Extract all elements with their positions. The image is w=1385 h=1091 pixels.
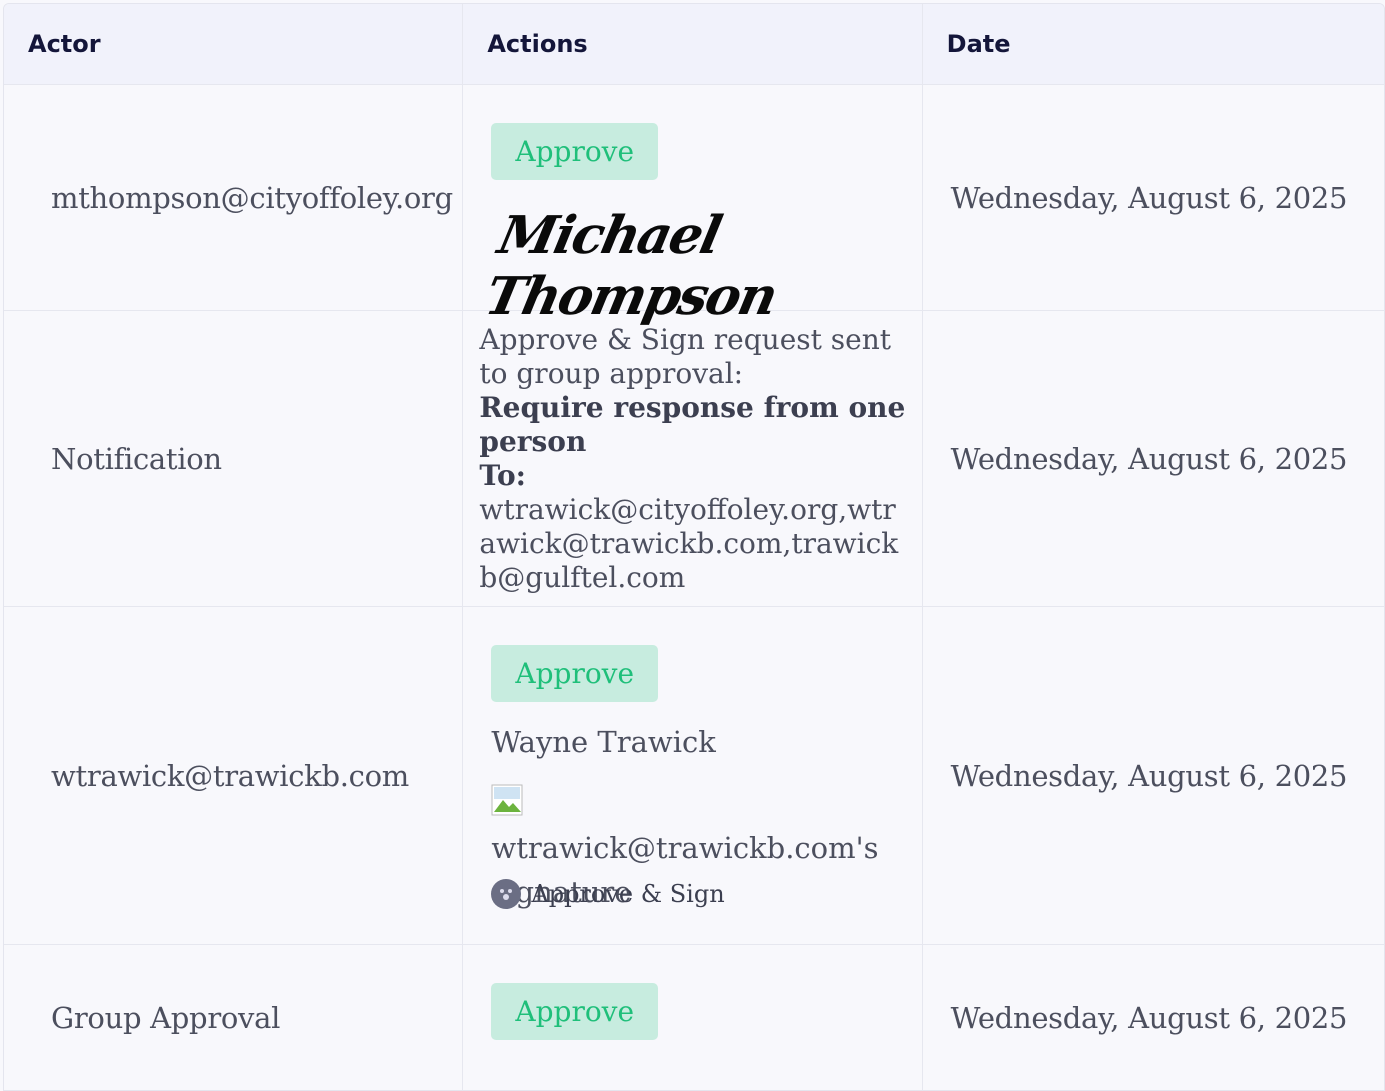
table-row: wtrawick@trawickb.com Approve Wayne Traw… bbox=[4, 607, 1384, 945]
signing-method-label: Approve & Sign bbox=[531, 880, 725, 908]
actor-cell: Notification bbox=[4, 311, 464, 606]
signature-image: Michael Thompson bbox=[480, 205, 921, 327]
table-row: Group Approval Approve Wednesday, August… bbox=[4, 945, 1384, 1090]
header-date: Date bbox=[946, 30, 1011, 58]
audit-table: Actor Actions Date mthompson@cityoffoley… bbox=[3, 3, 1385, 1091]
header-actor: Actor bbox=[4, 4, 464, 84]
face-icon bbox=[491, 879, 522, 909]
actions-cell: Approve bbox=[463, 945, 923, 1090]
notification-text: Approve & Sign request sent to group app… bbox=[463, 311, 921, 595]
broken-image-icon bbox=[491, 784, 525, 818]
actions-cell: Approve Wayne Trawick wtrawick@trawickb.… bbox=[463, 607, 923, 944]
table-header: Actor Actions Date bbox=[4, 4, 1384, 85]
notification-to-label: To: bbox=[479, 459, 527, 492]
date-cell: Wednesday, August 6, 2025 bbox=[950, 1001, 1348, 1035]
actor-cell: wtrawick@trawickb.com bbox=[4, 607, 464, 944]
approve-button[interactable]: Approve bbox=[491, 645, 659, 702]
actions-cell: Approve & Sign request sent to group app… bbox=[463, 311, 923, 606]
notification-line: Approve & Sign request sent to group app… bbox=[479, 323, 892, 390]
approve-button[interactable]: Approve bbox=[491, 123, 659, 180]
date-cell: Wednesday, August 6, 2025 bbox=[950, 180, 1348, 215]
notification-recipients: wtrawick@cityoffoley.org,wtrawick@trawic… bbox=[479, 493, 899, 594]
actions-cell: Approve Michael Thompson bbox=[463, 85, 923, 327]
table-row: mthompson@cityoffoley.org Approve Michae… bbox=[4, 85, 1384, 327]
notification-requirement: Require response from one person bbox=[479, 391, 906, 458]
signing-method: Approve & Sign bbox=[491, 879, 725, 909]
signature-script: Michael Thompson bbox=[480, 205, 782, 327]
date-cell: Wednesday, August 6, 2025 bbox=[950, 441, 1348, 476]
table-row: Notification Approve & Sign request sent… bbox=[4, 311, 1384, 607]
actor-cell: mthompson@cityoffoley.org bbox=[4, 85, 464, 310]
header-actions: Actions bbox=[463, 4, 923, 84]
date-cell: Wednesday, August 6, 2025 bbox=[950, 758, 1348, 793]
actor-cell: Group Approval bbox=[4, 945, 464, 1090]
approve-button[interactable]: Approve bbox=[491, 983, 659, 1040]
signer-name: Wayne Trawick bbox=[491, 725, 716, 759]
